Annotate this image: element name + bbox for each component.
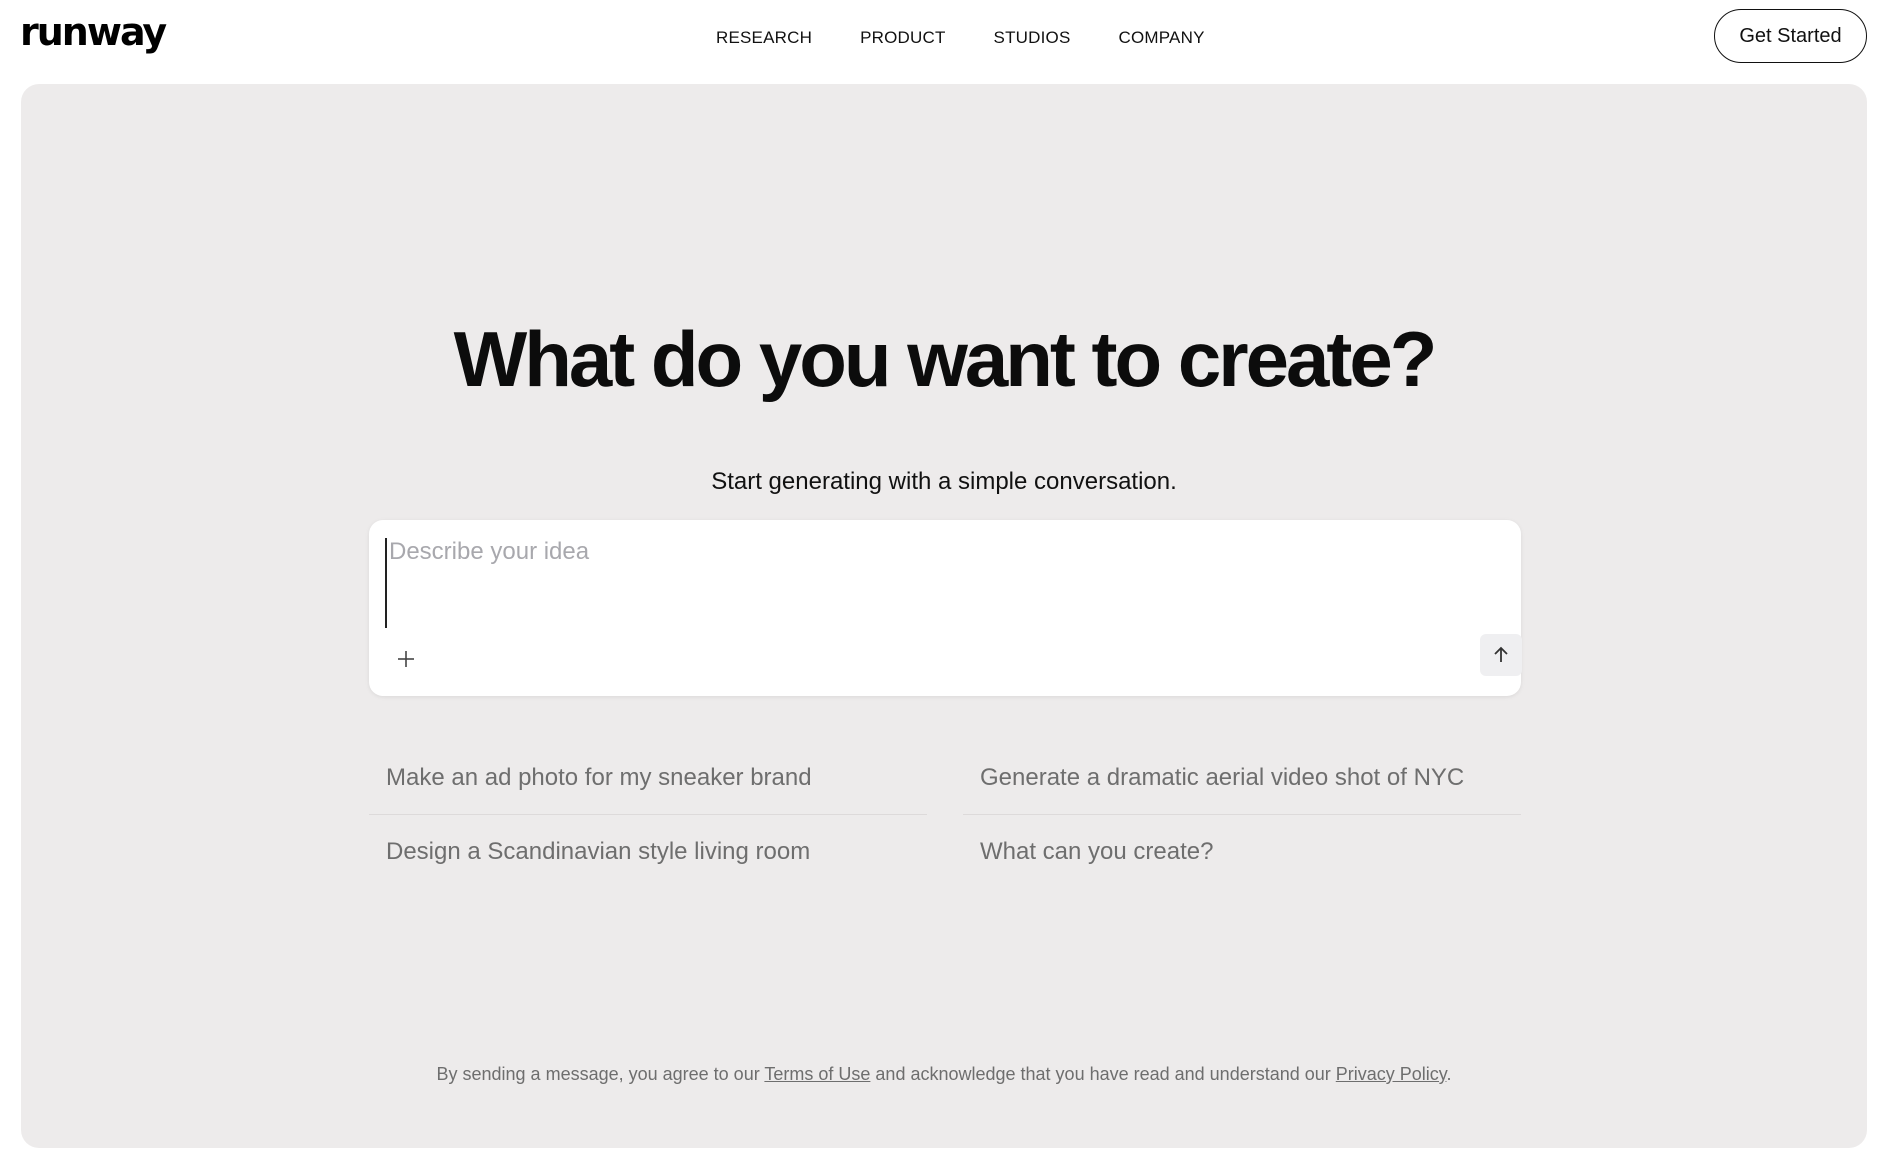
- terms-of-use-link[interactable]: Terms of Use: [764, 1064, 870, 1084]
- legal-middle: and acknowledge that you have read and u…: [870, 1064, 1336, 1084]
- prompt-input[interactable]: [385, 538, 1485, 628]
- legal-suffix: .: [1446, 1064, 1452, 1084]
- suggestion-item[interactable]: What can you create?: [963, 816, 1521, 889]
- nav-product[interactable]: PRODUCT: [860, 28, 945, 48]
- nav-research[interactable]: RESEARCH: [716, 28, 812, 48]
- runway-logo[interactable]: runway: [20, 10, 167, 54]
- get-started-button[interactable]: Get Started: [1714, 9, 1867, 63]
- prompt-composer: [369, 520, 1522, 696]
- send-button[interactable]: [1480, 634, 1522, 676]
- attach-button[interactable]: [391, 644, 421, 674]
- suggestion-item[interactable]: Generate a dramatic aerial video shot of…: [963, 742, 1521, 815]
- nav-studios[interactable]: STUDIOS: [994, 28, 1071, 48]
- arrow-up-icon: [1494, 646, 1508, 662]
- page-subtitle: Start generating with a simple conversat…: [711, 468, 1177, 495]
- nav-company[interactable]: COMPANY: [1119, 28, 1205, 48]
- plus-icon: [398, 651, 414, 667]
- legal-notice: By sending a message, you agree to our T…: [21, 1064, 1867, 1085]
- privacy-policy-link[interactable]: Privacy Policy: [1336, 1064, 1447, 1084]
- main-nav: RESEARCH PRODUCT STUDIOS COMPANY: [716, 28, 1205, 48]
- suggestion-item[interactable]: Make an ad photo for my sneaker brand: [369, 742, 927, 815]
- hero-panel: What do you want to create? Start genera…: [21, 84, 1867, 1148]
- legal-prefix: By sending a message, you agree to our: [436, 1064, 765, 1084]
- suggestion-item[interactable]: Design a Scandinavian style living room: [369, 816, 927, 889]
- top-navigation: runway RESEARCH PRODUCT STUDIOS COMPANY …: [0, 0, 1881, 84]
- page-title: What do you want to create?: [453, 315, 1438, 403]
